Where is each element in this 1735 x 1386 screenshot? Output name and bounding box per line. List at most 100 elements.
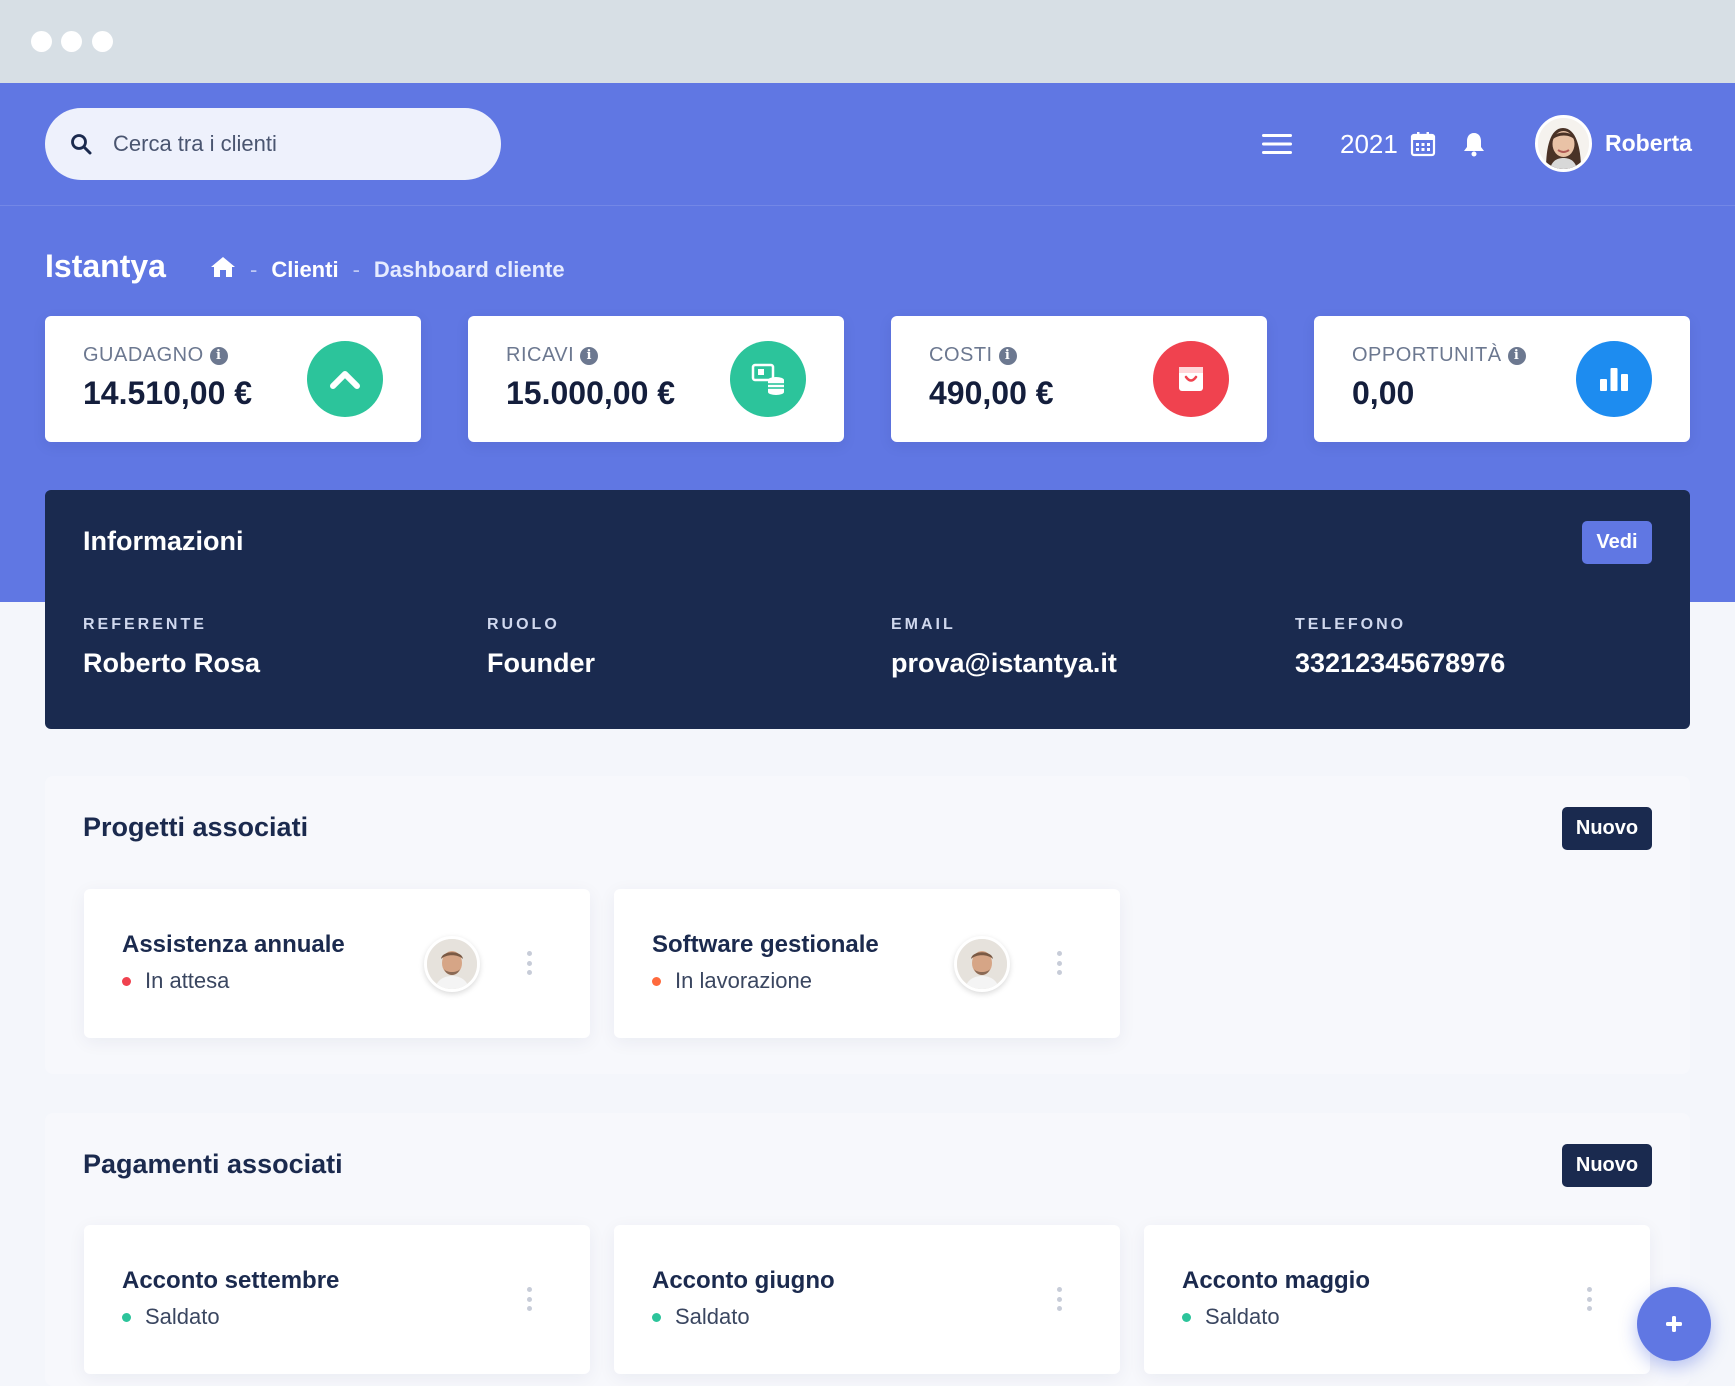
stat-label-row: RICAVI i <box>506 344 599 367</box>
stat-card-ricavi: RICAVI i 15.000,00 € <box>468 316 844 442</box>
status-label: In lavorazione <box>675 968 812 993</box>
payment-title: Acconto maggio <box>1182 1267 1371 1294</box>
page-title: Istantya <box>45 248 166 284</box>
info-title: Informazioni <box>83 526 244 556</box>
payment-status: Saldato <box>652 1304 750 1330</box>
projects-section: Progetti associati Nuovo Assistenza annu… <box>45 776 1690 1074</box>
user-avatar[interactable] <box>1535 115 1592 172</box>
project-status: In lavorazione <box>652 968 812 994</box>
status-label: Saldato <box>675 1304 750 1329</box>
section-title: Pagamenti associati <box>83 1149 343 1179</box>
info-field-label: TELEFONO <box>1295 616 1407 633</box>
chevron-up-icon <box>307 341 383 417</box>
new-project-button[interactable]: Nuovo <box>1562 807 1652 850</box>
info-field-referente: REFERENTE Roberto Rosa <box>83 616 260 679</box>
status-label: Saldato <box>1205 1304 1280 1329</box>
payment-card[interactable]: Acconto giugno Saldato <box>614 1225 1120 1374</box>
status-dot <box>652 1312 661 1322</box>
add-fab-button[interactable] <box>1637 1287 1711 1361</box>
stat-label: GUADAGNO <box>83 344 204 366</box>
info-field-email: EMAIL prova@istantya.it <box>891 616 1117 679</box>
info-field-label: REFERENTE <box>83 616 207 633</box>
stat-label: COSTI <box>929 344 993 366</box>
payment-status: Saldato <box>1182 1304 1280 1330</box>
status-dot <box>1182 1312 1191 1322</box>
section-title: Progetti associati <box>83 812 309 842</box>
stat-value: 490,00 € <box>929 375 1054 411</box>
breadcrumb-clienti[interactable]: Clienti <box>271 257 338 283</box>
year-selector[interactable]: 2021 <box>1340 112 1398 176</box>
user-name[interactable]: Roberta <box>1605 130 1692 157</box>
more-options-icon[interactable] <box>525 951 533 975</box>
status-label: Saldato <box>145 1304 220 1329</box>
status-dot <box>652 976 661 986</box>
avatar[interactable] <box>424 936 480 992</box>
more-options-icon[interactable] <box>1585 1287 1593 1311</box>
breadcrumb: - Clienti - Dashboard cliente <box>210 256 565 284</box>
stat-value: 0,00 <box>1352 375 1415 411</box>
more-options-icon[interactable] <box>1055 1287 1063 1311</box>
stat-card-costi: COSTI i 490,00 € <box>891 316 1267 442</box>
info-field-value[interactable]: 33212345678976 <box>1295 648 1505 679</box>
window-dot-minimize[interactable] <box>61 31 82 52</box>
search-icon <box>71 134 92 155</box>
search-placeholder: Cerca tra i clienti <box>113 131 277 156</box>
search-input[interactable]: Cerca tra i clienti <box>45 108 501 180</box>
stat-label: OPPORTUNITÀ <box>1352 344 1502 366</box>
window-dot-close[interactable] <box>31 31 52 52</box>
info-icon[interactable]: i <box>1507 346 1526 365</box>
stat-label-row: OPPORTUNITÀ i <box>1352 344 1526 367</box>
bell-icon[interactable] <box>1462 112 1486 176</box>
stat-card-opportunita: OPPORTUNITÀ i 0,00 <box>1314 316 1690 442</box>
project-title: Assistenza annuale <box>122 931 345 958</box>
project-title: Software gestionale <box>652 931 879 958</box>
topbar-divider <box>0 205 1735 206</box>
info-field-value: Roberto Rosa <box>83 648 261 678</box>
bar-chart-icon <box>1576 341 1652 417</box>
payment-title: Acconto giugno <box>652 1267 835 1294</box>
info-icon[interactable]: i <box>580 346 599 365</box>
plus-icon <box>1666 1316 1682 1332</box>
project-card[interactable]: Assistenza annuale In attesa <box>84 889 590 1038</box>
info-field-value[interactable]: prova@istantya.it <box>891 648 1117 679</box>
more-options-icon[interactable] <box>1055 951 1063 975</box>
payment-status: Saldato <box>122 1304 220 1330</box>
stat-card-guadagno: GUADAGNO i 14.510,00 € <box>45 316 421 442</box>
more-options-icon[interactable] <box>525 1287 533 1311</box>
hamburger-icon[interactable] <box>1262 112 1292 176</box>
project-card[interactable]: Software gestionale In lavorazione <box>614 889 1120 1038</box>
stat-value: 14.510,00 € <box>83 375 253 411</box>
payment-title: Acconto settembre <box>122 1267 340 1294</box>
info-icon[interactable]: i <box>998 346 1017 365</box>
info-field-label: RUOLO <box>487 616 560 633</box>
new-payment-button[interactable]: Nuovo <box>1562 1144 1652 1187</box>
stat-label: RICAVI <box>506 344 575 366</box>
breadcrumb-dashboard-cliente: Dashboard cliente <box>373 257 565 282</box>
shopping-bag-icon <box>1153 341 1229 417</box>
info-panel: Informazioni Vedi REFERENTE Roberto Rosa… <box>45 490 1690 729</box>
stat-label-row: COSTI i <box>929 344 1017 367</box>
stat-label-row: GUADAGNO i <box>83 344 228 367</box>
stat-value: 15.000,00 € <box>506 375 676 411</box>
status-label: In attesa <box>145 968 230 993</box>
info-field-label: EMAIL <box>891 616 956 633</box>
project-status: In attesa <box>122 968 229 994</box>
breadcrumb-separator: - <box>352 257 360 282</box>
vedi-button[interactable]: Vedi <box>1582 521 1652 564</box>
avatar[interactable] <box>954 936 1010 992</box>
home-icon[interactable] <box>210 256 236 284</box>
status-dot <box>122 976 131 986</box>
info-icon[interactable]: i <box>209 346 228 365</box>
browser-chrome <box>0 0 1735 83</box>
status-dot <box>122 1312 131 1322</box>
payment-card[interactable]: Acconto settembre Saldato <box>84 1225 590 1374</box>
info-field-value: Founder <box>487 648 595 678</box>
info-field-ruolo: RUOLO Founder <box>487 616 595 679</box>
info-field-telefono: TELEFONO 33212345678976 <box>1295 616 1505 679</box>
money-icon <box>730 341 806 417</box>
breadcrumb-separator: - <box>250 257 258 282</box>
payment-card[interactable]: Acconto maggio Saldato <box>1144 1225 1650 1374</box>
calendar-icon[interactable] <box>1410 112 1436 176</box>
window-dot-maximize[interactable] <box>92 31 113 52</box>
payments-section: Pagamenti associati Nuovo Acconto settem… <box>45 1113 1690 1386</box>
